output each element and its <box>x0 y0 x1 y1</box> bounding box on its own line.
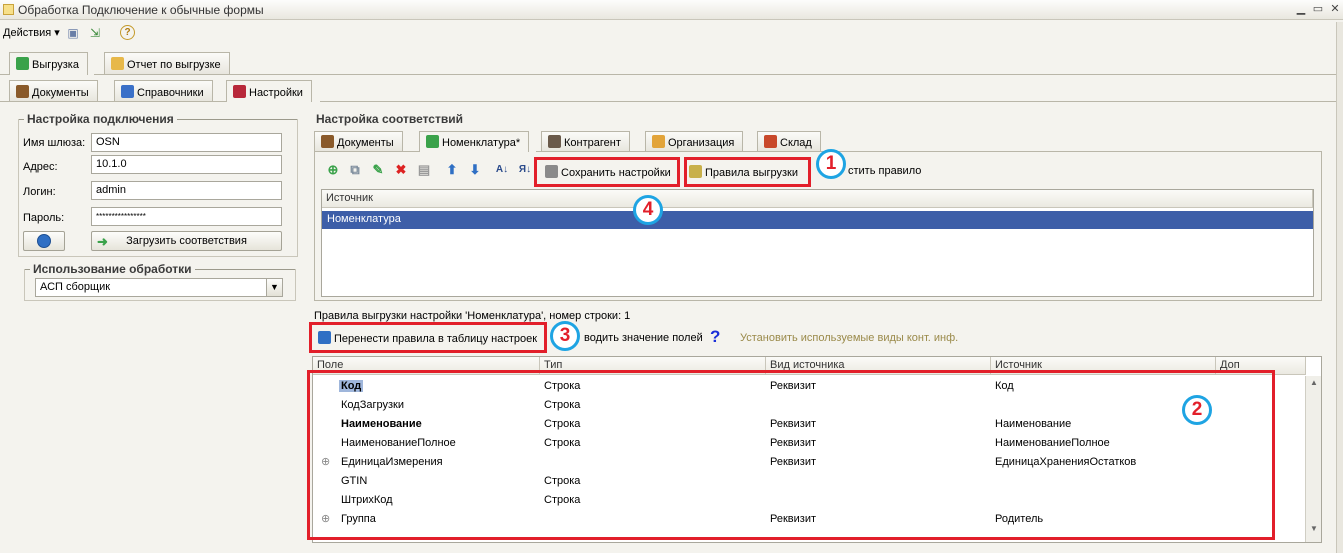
report-tab-icon <box>111 57 124 70</box>
tab-line <box>320 101 1343 102</box>
source-cell: Номенклатура <box>327 213 401 225</box>
copy-icon[interactable]: ▣ <box>64 24 82 42</box>
tab-spravochniki[interactable]: Справочники <box>114 80 213 101</box>
edit-icon[interactable]: ✎ <box>370 162 386 178</box>
tab-dokumenty[interactable]: Документы <box>9 80 98 101</box>
window-title: Обработка Подключение к обычные формы <box>18 3 264 17</box>
tab-label: Настройки <box>249 87 303 99</box>
fill-rule-button[interactable]: стить правило <box>848 165 921 177</box>
tab-label: Документы <box>32 87 89 99</box>
actions-menu[interactable]: Действия ▾ <box>3 26 60 39</box>
tab-line <box>0 101 226 102</box>
marker-3: 3 <box>550 321 580 351</box>
highlight-box-2 <box>307 370 1275 540</box>
move-up-icon[interactable]: ⬆ <box>444 162 460 178</box>
marker-4: 4 <box>633 195 663 225</box>
end-edit-icon[interactable]: ▤ <box>416 162 432 178</box>
delete-icon[interactable]: ✖ <box>393 162 409 178</box>
counterparty-icon <box>548 135 561 148</box>
mapping-group-title: Настройка соответствий <box>313 112 466 126</box>
rules-caption: Правила выгрузки настройки 'Номенклатура… <box>314 310 631 322</box>
settings-icon <box>233 85 246 98</box>
sort-desc-icon[interactable]: Я↓ <box>517 162 533 178</box>
maximize-icon[interactable]: ▭ <box>1311 3 1325 16</box>
tab-map-documents[interactable]: Документы <box>314 131 403 151</box>
usage-selected: АСП сборщик <box>40 281 111 293</box>
copy-row-icon[interactable]: ⧉ <box>347 162 363 178</box>
export-icon[interactable]: ⇲ <box>86 24 104 42</box>
help-icon[interactable]: ? <box>120 25 135 40</box>
highlight-box-1 <box>684 157 811 187</box>
export-tab-icon <box>16 57 29 70</box>
move-down-icon[interactable]: ⬇ <box>467 162 483 178</box>
warehouse-icon <box>764 135 777 148</box>
tab-map-nomenclature[interactable]: Номенклатура* <box>419 131 530 152</box>
usage-select[interactable]: АСП сборщик <box>35 278 283 297</box>
set-kinds-button[interactable]: Установить используемые виды конт. инф. <box>740 332 958 344</box>
minimize-icon[interactable]: ▁ <box>1294 3 1308 16</box>
scroll-down-icon[interactable]: ▼ <box>1310 524 1318 533</box>
tab-map-warehouse[interactable]: Склад <box>757 131 821 151</box>
marker-2: 2 <box>1182 395 1212 425</box>
tab-label: Склад <box>780 137 812 149</box>
connection-group-box <box>18 119 298 257</box>
add-icon[interactable]: ⊕ <box>325 162 341 178</box>
enter-values-button[interactable]: водить значение полей <box>584 332 703 344</box>
tab-label: Документы <box>337 137 394 149</box>
window-titlebar: Обработка Подключение к обычные формы ▁ … <box>0 0 1343 20</box>
tab-map-organization[interactable]: Организация <box>645 131 744 151</box>
tab-label: Справочники <box>137 87 204 99</box>
app-icon <box>3 4 14 15</box>
source-header[interactable]: Источник <box>322 190 1313 208</box>
source-table: Источник Номенклатура <box>321 189 1314 297</box>
tab-label: Организация <box>668 137 735 149</box>
nomenclature-icon <box>426 135 439 148</box>
tab-line <box>0 74 9 75</box>
actions-label: Действия <box>3 27 52 39</box>
close-icon[interactable]: ✕ <box>1328 3 1342 16</box>
source-row[interactable]: Номенклатура <box>322 211 1313 229</box>
chevron-down-icon[interactable]: ▼ <box>266 279 282 296</box>
documents-icon <box>16 85 29 98</box>
rules-scrollbar[interactable]: ▲ ▼ <box>1305 376 1321 542</box>
tab-label: Номенклатура* <box>442 137 521 149</box>
help-icon[interactable]: ? <box>710 327 720 347</box>
documents-icon <box>321 135 334 148</box>
scroll-up-icon[interactable]: ▲ <box>1310 378 1318 387</box>
tab-line <box>94 74 1343 75</box>
tab-label: Отчет по выгрузке <box>127 59 221 71</box>
tab-label: Выгрузка <box>32 59 79 71</box>
highlight-box-4 <box>534 157 680 187</box>
tab-map-counterparty[interactable]: Контрагент <box>541 131 630 151</box>
catalogs-icon <box>121 85 134 98</box>
highlight-box-3 <box>309 322 547 353</box>
tab-nastroyki[interactable]: Настройки <box>226 80 312 102</box>
window-border <box>1336 22 1343 553</box>
organization-icon <box>652 135 665 148</box>
marker-1: 1 <box>816 149 846 179</box>
tab-otchet[interactable]: Отчет по выгрузке <box>104 52 230 74</box>
toolbar: Действия ▾ ▣ ⇲ ? <box>0 22 1343 44</box>
sort-asc-icon[interactable]: A↓ <box>494 162 510 178</box>
tab-vygruzka[interactable]: Выгрузка <box>9 52 88 75</box>
tab-label: Контрагент <box>564 137 621 149</box>
